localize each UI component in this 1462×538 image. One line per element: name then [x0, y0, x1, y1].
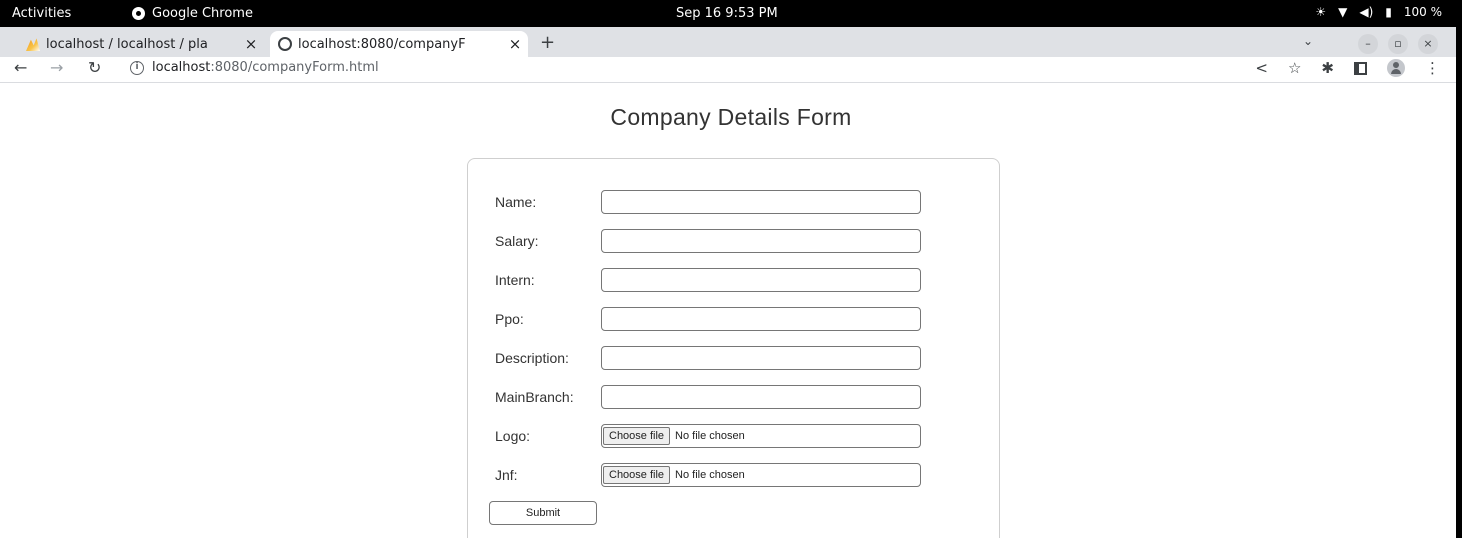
form-row-jnf: Jnf: Choose file No file chosen — [495, 463, 975, 487]
file-status: No file chosen — [675, 469, 745, 481]
description-input[interactable] — [601, 346, 921, 370]
app-menu[interactable]: Google Chrome — [132, 6, 253, 21]
file-status: No file chosen — [675, 430, 745, 442]
close-tab-icon[interactable]: × — [242, 35, 260, 53]
clock[interactable]: Sep 16 9:53 PM — [676, 6, 778, 21]
phpmyadmin-icon — [26, 38, 40, 51]
back-arrow-icon[interactable]: ← — [14, 58, 27, 77]
tab-strip: localhost / localhost / pla × localhost:… — [0, 27, 1456, 57]
form-row-description: Description: — [495, 346, 975, 370]
globe-icon — [278, 37, 292, 51]
description-label: Description: — [495, 350, 569, 366]
toolbar-actions: < ☆ ✱ ⋮ — [1255, 59, 1440, 77]
tab-title: localhost:8080/companyF — [298, 36, 466, 52]
battery-icon: ▮ — [1385, 5, 1392, 19]
browser-toolbar: ← → ↻ i localhost :8080/companyForm.html… — [0, 57, 1456, 83]
mainbranch-label: MainBranch: — [495, 389, 574, 405]
ppo-input[interactable] — [601, 307, 921, 331]
more-menu-icon[interactable]: ⋮ — [1425, 59, 1440, 77]
side-panel-icon[interactable] — [1354, 61, 1367, 75]
wifi-icon: ▼ — [1338, 5, 1348, 19]
extensions-puzzle-icon[interactable]: ✱ — [1321, 59, 1334, 77]
page-title: Company Details Form — [610, 104, 852, 130]
salary-label: Salary: — [495, 233, 539, 249]
jnf-label: Jnf: — [495, 467, 518, 483]
chrome-icon — [132, 7, 145, 20]
app-name: Google Chrome — [152, 6, 253, 21]
tab-search-icon[interactable]: ⌄ — [1303, 34, 1313, 48]
bookmark-star-icon[interactable]: ☆ — [1288, 59, 1301, 77]
intern-label: Intern: — [495, 272, 535, 288]
ppo-label: Ppo: — [495, 311, 524, 327]
form-row-intern: Intern: — [495, 268, 975, 292]
tab-company-form[interactable]: localhost:8080/companyF × — [270, 31, 528, 57]
salary-input[interactable] — [601, 229, 921, 253]
window-controls: – ▫ × — [1358, 34, 1438, 54]
activities-button[interactable]: Activities — [12, 6, 71, 21]
window-edge — [1456, 0, 1462, 538]
form-row-name: Name: — [495, 190, 975, 214]
logo-label: Logo: — [495, 428, 531, 444]
mainbranch-input[interactable] — [601, 385, 921, 409]
close-tab-icon[interactable]: × — [506, 35, 524, 53]
choose-file-button[interactable]: Choose file — [603, 466, 671, 484]
tab-phpmyadmin[interactable]: localhost / localhost / pla × — [18, 31, 264, 57]
logo-file-input[interactable]: Choose file No file chosen — [601, 424, 921, 448]
choose-file-button[interactable]: Choose file — [603, 427, 671, 445]
close-window-button[interactable]: × — [1418, 34, 1438, 54]
info-icon[interactable]: i — [130, 60, 144, 75]
reload-icon[interactable]: ↻ — [88, 58, 101, 77]
submit-button[interactable]: Submit — [489, 501, 597, 525]
system-tray[interactable]: ☀ ▼ ◀) ▮ 100 % — [1315, 5, 1442, 19]
battery-percent: 100 % — [1403, 5, 1442, 19]
forward-arrow-icon[interactable]: → — [50, 58, 63, 77]
url-path: :8080/companyForm.html — [210, 60, 379, 75]
profile-avatar-icon[interactable] — [1387, 59, 1405, 77]
jnf-file-input[interactable]: Choose file No file chosen — [601, 463, 921, 487]
name-label: Name: — [495, 194, 537, 210]
system-top-bar: Activities Google Chrome Sep 16 9:53 PM … — [0, 0, 1456, 27]
form-row-salary: Salary: — [495, 229, 975, 253]
maximize-button[interactable]: ▫ — [1388, 34, 1408, 54]
form-row-logo: Logo: Choose file No file chosen — [495, 424, 975, 448]
name-input[interactable] — [601, 190, 921, 214]
address-bar[interactable]: i localhost :8080/companyForm.html — [130, 60, 379, 75]
intern-input[interactable] — [601, 268, 921, 292]
tab-title: localhost / localhost / pla — [46, 36, 208, 52]
company-form: Name: Salary: Intern: Ppo: Description: … — [467, 158, 1000, 538]
minimize-button[interactable]: – — [1358, 34, 1378, 54]
form-row-ppo: Ppo: — [495, 307, 975, 331]
url-host: localhost — [152, 60, 211, 75]
volume-icon: ◀) — [1359, 5, 1374, 19]
share-icon[interactable]: < — [1255, 59, 1268, 77]
new-tab-button[interactable]: + — [540, 32, 555, 53]
brightness-icon: ☀ — [1315, 5, 1327, 19]
form-row-mainbranch: MainBranch: — [495, 385, 975, 409]
